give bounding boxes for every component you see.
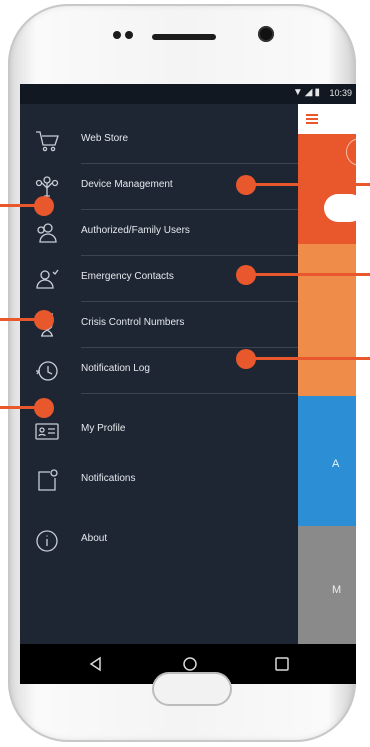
menu-item-label: Web Store <box>81 133 129 144</box>
menu-item-notification-log[interactable]: Notification Log <box>20 348 298 394</box>
app-blue-tile[interactable]: A <box>298 396 356 526</box>
app-top-bar <box>298 104 356 134</box>
blue-tile-text: A <box>332 458 340 470</box>
home-icon[interactable] <box>180 654 200 674</box>
menu-item-my-profile[interactable]: My Profile <box>20 408 298 454</box>
menu-item-label: Emergency Contacts <box>81 271 174 282</box>
light-sensor <box>125 31 133 39</box>
physical-home-button[interactable] <box>152 672 232 706</box>
users-icon <box>34 220 60 246</box>
menu-item-label: Notification Log <box>81 363 150 374</box>
menu-item-label: About <box>81 533 108 544</box>
divider <box>81 393 298 394</box>
menu-item-emergency-contacts[interactable]: Emergency Contacts <box>20 256 298 302</box>
back-icon[interactable] <box>86 654 106 674</box>
menu-item-notifications[interactable]: Notifications <box>20 458 298 504</box>
cart-icon <box>34 128 60 154</box>
notification-icon <box>34 468 60 494</box>
history-icon <box>34 358 60 384</box>
menu-item-label: Notifications <box>81 473 136 484</box>
proximity-sensor <box>113 31 121 39</box>
menu-item-crisis-control-numbers[interactable]: Crisis Control Numbers <box>20 302 298 348</box>
menu-item-label: Crisis Control Numbers <box>81 317 185 328</box>
gray-tile-text: M <box>332 584 342 596</box>
menu-item-label: Device Management <box>81 179 173 190</box>
earpiece-speaker <box>152 34 216 40</box>
menu-item-device-management[interactable]: Device Management <box>20 164 298 210</box>
menu-item-label: Authorized/Family Users <box>81 225 190 236</box>
menu-item-web-store[interactable]: Web Store <box>20 118 298 164</box>
circle-icon <box>346 138 356 166</box>
phone-frame: ▼◢▮ 10:39 A M Web Store Device Managemen… <box>0 0 370 747</box>
status-bar: ▼◢▮ 10:39 <box>20 84 356 104</box>
front-camera <box>258 26 274 42</box>
menu-item-about[interactable]: About <box>20 518 298 564</box>
contacts-icon <box>34 266 60 292</box>
app-gray-tile[interactable]: M <box>298 526 356 644</box>
recents-icon[interactable] <box>272 654 292 674</box>
app-orange-panel <box>298 134 356 244</box>
app-toggle[interactable] <box>324 194 356 222</box>
app-light-orange-panel[interactable] <box>298 244 356 396</box>
menu-item-label: My Profile <box>81 423 126 434</box>
menu-item-authorized-family-users[interactable]: Authorized/Family Users <box>20 210 298 256</box>
status-time: 10:39 <box>329 88 352 98</box>
status-icons: ▼◢▮ <box>292 87 322 98</box>
phone-screen: ▼◢▮ 10:39 A M Web Store Device Managemen… <box>20 84 356 684</box>
profile-card-icon <box>34 418 60 444</box>
hamburger-menu-icon[interactable] <box>306 114 318 124</box>
info-icon <box>34 528 60 554</box>
